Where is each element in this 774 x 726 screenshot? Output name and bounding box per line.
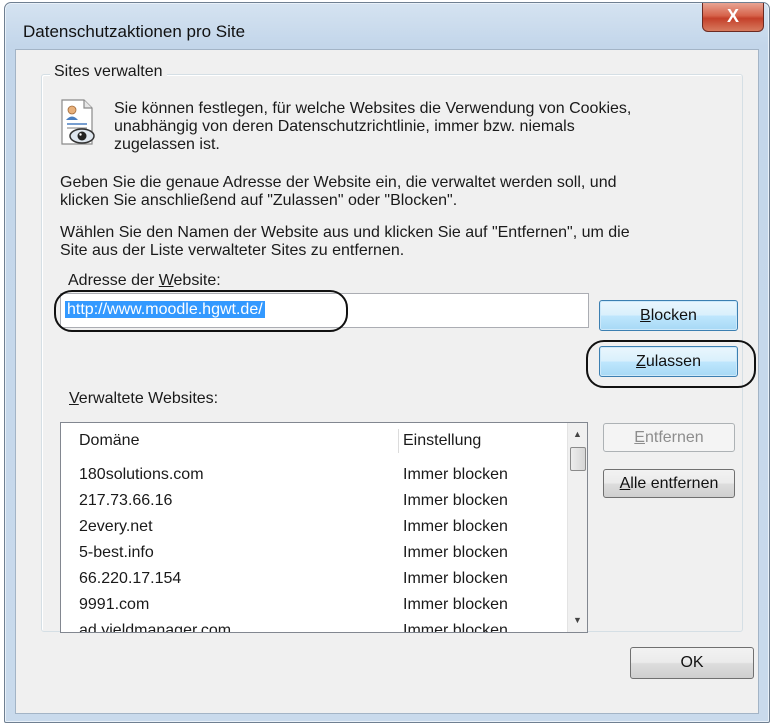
- instruction-text-2-line-2: Site aus der Liste verwalteter Sites zu …: [60, 242, 405, 259]
- group-label: Sites verwalten: [50, 63, 167, 81]
- column-header-domain[interactable]: Domäne: [79, 432, 139, 450]
- remove-button[interactable]: Entfernen: [603, 423, 735, 452]
- document-eye-icon: [61, 99, 95, 145]
- address-highlight-circle: [54, 290, 348, 332]
- dialog-window: Datenschutzaktionen pro Site X Sites ver…: [4, 2, 770, 723]
- block-button[interactable]: Blocken: [599, 300, 738, 331]
- list-item[interactable]: 180solutions.com Immer blocken: [61, 463, 568, 489]
- column-header-setting[interactable]: Einstellung: [403, 432, 481, 450]
- address-label: Adresse der Website:: [68, 272, 221, 289]
- managed-sites-list[interactable]: Domäne Einstellung 180solutions.com Immer…: [60, 422, 588, 633]
- scroll-down-icon[interactable]: ▼: [568, 611, 587, 630]
- scroll-thumb[interactable]: [570, 447, 586, 471]
- column-separator[interactable]: [398, 429, 399, 453]
- list-item[interactable]: 2every.net Immer blocken: [61, 515, 568, 541]
- intro-text-line-2: unabhängig von deren Datenschutzrichtlin…: [114, 118, 575, 135]
- instruction-text-2-line-1: Wählen Sie den Namen der Website aus und…: [60, 224, 630, 241]
- remove-all-button[interactable]: Alle entfernen: [603, 469, 735, 498]
- instruction-text-1-line-2: klicken Sie anschließend auf "Zulassen" …: [60, 192, 458, 209]
- domain-cell: ad.yieldmanager.com: [79, 622, 232, 633]
- domain-cell: 66.220.17.154: [79, 570, 182, 587]
- list-item[interactable]: 9991.com Immer blocken: [61, 593, 568, 619]
- domain-cell: 2every.net: [79, 518, 153, 535]
- domain-cell: 5-best.info: [79, 544, 154, 561]
- intro-text-line-3: zugelassen ist.: [114, 136, 220, 153]
- list-item[interactable]: 5-best.info Immer blocken: [61, 541, 568, 567]
- managed-sites-label: Verwaltete Websites:: [69, 390, 219, 407]
- list-rows: 180solutions.com Immer blocken 217.73.66.…: [61, 463, 568, 633]
- domain-cell: 217.73.66.16: [79, 492, 173, 509]
- setting-cell: Immer blocken: [403, 518, 508, 535]
- setting-cell: Immer blocken: [403, 596, 508, 613]
- title-bar[interactable]: Datenschutzaktionen pro Site X: [5, 3, 769, 45]
- close-icon: X: [726, 6, 739, 26]
- setting-cell: Immer blocken: [403, 492, 508, 509]
- dialog-body: Sites verwalten Sie können festlegen, fü…: [15, 49, 759, 714]
- intro-text-line-1: Sie können festlegen, für welche Website…: [114, 100, 632, 117]
- scroll-up-icon[interactable]: ▲: [568, 425, 587, 444]
- domain-cell: 9991.com: [79, 596, 150, 613]
- list-item[interactable]: 217.73.66.16 Immer blocken: [61, 489, 568, 515]
- dialog-title: Datenschutzaktionen pro Site: [23, 22, 246, 41]
- allow-highlight-circle: [586, 340, 756, 388]
- ok-button[interactable]: OK: [630, 647, 754, 679]
- close-button[interactable]: X: [702, 3, 764, 32]
- setting-cell: Immer blocken: [403, 544, 508, 561]
- setting-cell: Immer blocken: [403, 622, 508, 633]
- domain-cell: 180solutions.com: [79, 466, 204, 483]
- vertical-scrollbar[interactable]: ▲ ▼: [567, 423, 587, 632]
- list-item[interactable]: 66.220.17.154 Immer blocken: [61, 567, 568, 593]
- setting-cell: Immer blocken: [403, 466, 508, 483]
- setting-cell: Immer blocken: [403, 570, 508, 587]
- instruction-text-1-line-1: Geben Sie die genaue Adresse der Website…: [60, 174, 617, 191]
- list-header: Domäne Einstellung: [61, 423, 568, 457]
- list-item[interactable]: ad.yieldmanager.com Immer blocken: [61, 619, 568, 633]
